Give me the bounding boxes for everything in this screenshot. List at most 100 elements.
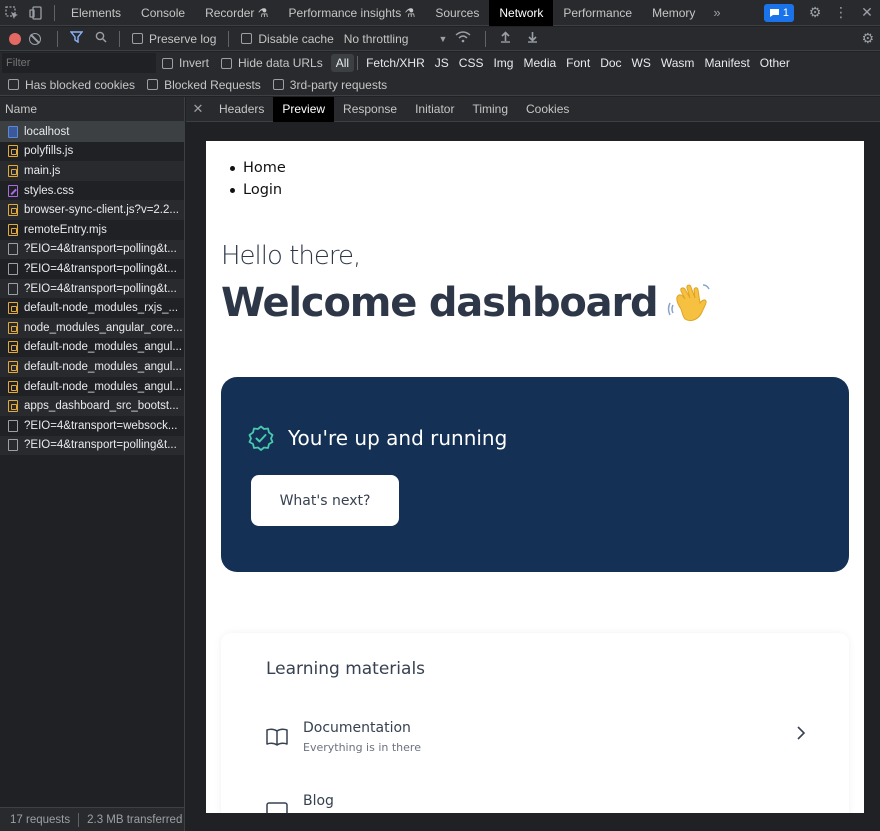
checkbox-box[interactable] [147, 79, 159, 90]
type-filter-manifest[interactable]: Manifest [699, 54, 754, 72]
nav-link-home[interactable]: Home [228, 157, 286, 179]
preserve-log-checkbox[interactable]: Preserve log [132, 32, 216, 46]
tab-preview[interactable]: Preview [273, 96, 335, 122]
tab-headers[interactable]: Headers [210, 97, 273, 122]
blog-icon [266, 802, 288, 813]
whats-next-button[interactable]: What's next? [251, 475, 399, 526]
type-filter-css[interactable]: CSS [454, 54, 489, 72]
hero-card: You're up and running What's next? [221, 377, 849, 572]
tab-elements[interactable]: Elements [61, 0, 131, 26]
script-file-icon [8, 145, 18, 158]
checkbox-box[interactable] [272, 79, 284, 90]
toolbar-divider [54, 4, 55, 21]
tab-network[interactable]: Network [489, 0, 554, 26]
request-row[interactable]: apps_dashboard_src_bootst... [0, 396, 184, 416]
request-detail-tabs: ✕ Headers Preview Response Initiator Tim… [186, 96, 880, 122]
page-nav: Home Login [228, 157, 286, 201]
request-row[interactable]: polyfills.js [0, 142, 184, 162]
device-toolbar-icon[interactable] [24, 0, 48, 26]
hide-data-urls-checkbox[interactable]: Hide data URLs [221, 56, 323, 70]
request-row[interactable]: default-node_modules_angul... [0, 377, 184, 397]
request-row[interactable]: remoteEntry.mjs [0, 220, 184, 240]
type-filter-all[interactable]: All [330, 54, 355, 72]
network-settings-gear-icon[interactable]: ⚙ [861, 30, 874, 47]
request-row[interactable]: ?EIO=4&transport=polling&t... [0, 239, 184, 260]
tab-console[interactable]: Console [131, 0, 195, 26]
type-filter-other[interactable]: Other [755, 54, 795, 72]
clear-icon[interactable] [29, 32, 41, 45]
filter-input[interactable] [2, 53, 156, 73]
close-devtools-icon[interactable]: ✕ [854, 0, 880, 26]
issues-badge[interactable]: 1 [763, 3, 794, 22]
resource-type-filters: All Fetch/XHR JS CSS Img Media Font Doc … [330, 54, 795, 72]
request-row[interactable]: default-node_modules_angul... [0, 357, 184, 377]
request-row[interactable]: node_modules_angular_core... [0, 317, 184, 338]
blocked-requests-checkbox[interactable]: Blocked Requests [147, 78, 261, 92]
tab-recorder[interactable]: Recorder ⚗ [195, 0, 278, 26]
type-filter-ws[interactable]: WS [627, 54, 656, 72]
third-party-requests-checkbox[interactable]: 3rd-party requests [272, 78, 387, 92]
type-filter-img[interactable]: Img [488, 54, 518, 72]
request-row[interactable]: default-node_modules_rxjs_... [0, 298, 184, 318]
type-filter-font[interactable]: Font [561, 54, 595, 72]
inspect-element-icon[interactable] [0, 0, 24, 26]
more-tabs-icon[interactable]: » [705, 5, 728, 20]
request-name: default-node_modules_angul... [24, 360, 182, 373]
checkbox-box[interactable] [8, 79, 19, 90]
name-column-header[interactable]: Name [0, 97, 184, 122]
checkbox-box[interactable] [162, 57, 173, 69]
checkbox-box[interactable] [132, 33, 143, 44]
request-row[interactable]: ?EIO=4&transport=polling&t... [0, 278, 184, 299]
documentation-link[interactable]: Documentation Everything is in there [266, 720, 806, 760]
type-filter-media[interactable]: Media [518, 54, 561, 72]
tab-response[interactable]: Response [334, 97, 406, 122]
nav-link-login[interactable]: Login [228, 179, 286, 201]
import-har-icon[interactable] [500, 31, 511, 46]
request-name: default-node_modules_angul... [24, 341, 182, 354]
request-name: ?EIO=4&transport=polling&t... [24, 262, 177, 275]
request-row[interactable]: browser-sync-client.js?v=2.2... [0, 200, 184, 220]
close-detail-icon[interactable]: ✕ [186, 101, 210, 117]
request-row[interactable]: ?EIO=4&transport=polling&t... [0, 435, 184, 456]
request-name: node_modules_angular_core... [24, 321, 183, 334]
blog-link[interactable]: Blog [266, 793, 806, 813]
settings-gear-icon[interactable]: ⚙ [802, 0, 828, 26]
network-conditions-icon[interactable] [455, 31, 471, 46]
filter-funnel-icon[interactable] [69, 31, 84, 46]
dropdown-caret-icon: ▼ [438, 33, 448, 44]
tab-performance-insights[interactable]: Performance insights ⚗ [279, 0, 426, 26]
tab-performance[interactable]: Performance [553, 0, 642, 26]
network-status-bar: 17 requests 2.3 MB transferred [0, 807, 185, 831]
request-name: ?EIO=4&transport=polling&t... [24, 243, 177, 256]
tab-timing[interactable]: Timing [463, 97, 517, 122]
type-filter-fetch-xhr[interactable]: Fetch/XHR [361, 54, 430, 72]
throttling-select[interactable]: No throttling ▼ [344, 32, 448, 46]
request-row[interactable]: main.js [0, 161, 184, 181]
type-filter-doc[interactable]: Doc [595, 54, 626, 72]
kebab-menu-icon[interactable]: ⋮ [828, 0, 854, 26]
type-filter-js[interactable]: JS [430, 54, 454, 72]
request-row[interactable]: default-node_modules_angul... [0, 338, 184, 358]
generic-file-icon [8, 439, 18, 452]
request-row[interactable]: styles.css [0, 181, 184, 201]
checkbox-box[interactable] [241, 33, 253, 44]
request-row[interactable]: ?EIO=4&transport=polling&t... [0, 259, 184, 279]
request-row[interactable]: localhost [0, 122, 184, 142]
tab-initiator[interactable]: Initiator [406, 97, 463, 122]
record-icon[interactable] [9, 32, 21, 45]
search-icon[interactable] [95, 31, 107, 46]
has-blocked-cookies-label: Has blocked cookies [25, 77, 136, 92]
tab-memory[interactable]: Memory [642, 0, 705, 26]
has-blocked-cookies-checkbox[interactable]: Has blocked cookies [8, 78, 135, 92]
tab-sources[interactable]: Sources [425, 0, 489, 26]
request-name: main.js [24, 164, 61, 177]
export-har-icon[interactable] [527, 31, 538, 46]
type-filter-wasm[interactable]: Wasm [656, 54, 700, 72]
throttling-value: No throttling [343, 31, 409, 46]
tab-cookies[interactable]: Cookies [517, 97, 578, 122]
rendered-page-preview: Home Login Hello there, Welcome dashboar… [206, 141, 864, 813]
checkbox-box[interactable] [221, 57, 233, 69]
disable-cache-checkbox[interactable]: Disable cache [241, 32, 334, 46]
request-row[interactable]: ?EIO=4&transport=websock... [0, 416, 184, 436]
invert-checkbox[interactable]: Invert [162, 56, 209, 70]
